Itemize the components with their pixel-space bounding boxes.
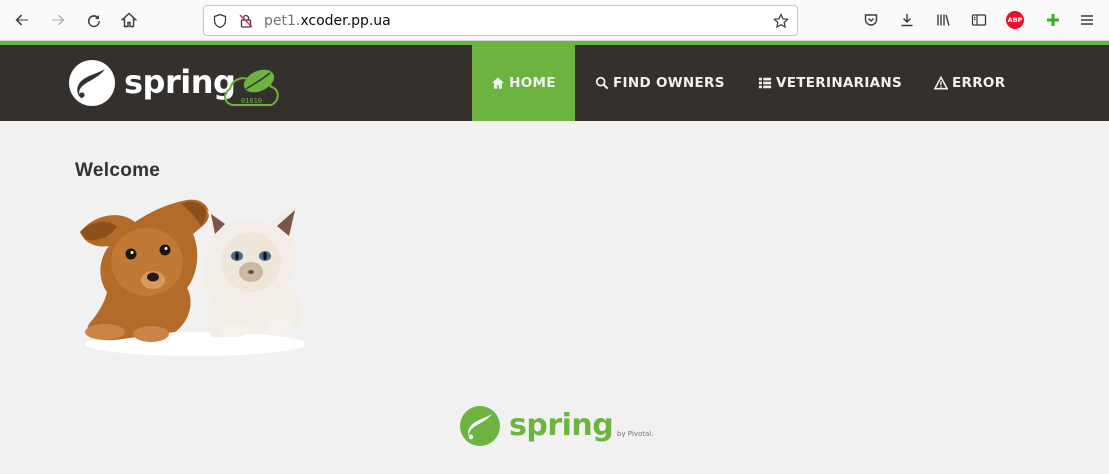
home-icon (492, 77, 505, 89)
nav-veterinarians[interactable]: VETERINARIANS (758, 45, 902, 121)
footer-byline: by Pivotal. (617, 430, 653, 438)
warning-icon (934, 76, 948, 90)
spring-logo[interactable]: spring 01010 (68, 55, 300, 111)
url-text[interactable]: pet1.xcoder.pp.ua (264, 12, 391, 30)
search-icon (595, 76, 609, 90)
logo-wordmark: spring (124, 63, 235, 101)
bookmark-star-icon[interactable] (773, 13, 789, 29)
url-bar[interactable]: pet1.xcoder.pp.ua (203, 5, 798, 36)
menu-icon[interactable] (1075, 8, 1099, 32)
nav-home-label: HOME (509, 75, 556, 91)
pets-image (75, 192, 307, 362)
shield-icon[interactable] (212, 13, 228, 29)
sidebar-icon[interactable] (967, 8, 991, 32)
nav-error-label: ERROR (952, 75, 1006, 91)
logo-badge-text: 01010 (241, 97, 262, 105)
home-icon[interactable] (117, 8, 141, 32)
back-icon[interactable] (10, 8, 34, 32)
page-title: Welcome (75, 160, 161, 181)
url-subdomain: pet1. (264, 13, 301, 29)
nav-find-owners-label: FIND OWNERS (613, 75, 725, 91)
browser-toolbar: pet1.xcoder.pp.ua ABP (0, 0, 1109, 41)
footer-spring-logo: spring by Pivotal. (459, 403, 664, 448)
nav-veterinarians-label: VETERINARIANS (776, 75, 903, 91)
library-icon[interactable] (931, 8, 955, 32)
nav-find-owners[interactable]: FIND OWNERS (595, 45, 725, 121)
forward-icon[interactable] (46, 8, 70, 32)
footer-wordmark: spring (509, 408, 613, 443)
main-content: Welcome (75, 160, 160, 182)
pocket-icon[interactable] (859, 8, 883, 32)
adblock-icon[interactable]: ABP (1006, 11, 1024, 29)
url-domain: xcoder.pp.ua (300, 13, 391, 29)
footer-spring-leaf-icon (460, 406, 500, 446)
reload-icon[interactable] (82, 8, 106, 32)
insecure-lock-icon[interactable] (238, 13, 254, 29)
extension-icon[interactable] (1041, 8, 1065, 32)
spring-leaf-icon (69, 60, 115, 106)
nav-error[interactable]: ERROR (934, 45, 1005, 121)
list-icon (758, 77, 772, 89)
nav-home[interactable]: HOME (472, 45, 575, 121)
download-icon[interactable] (895, 8, 919, 32)
site-navbar: spring 01010 HOME FIND OWNERS VETERINARI… (0, 45, 1109, 121)
